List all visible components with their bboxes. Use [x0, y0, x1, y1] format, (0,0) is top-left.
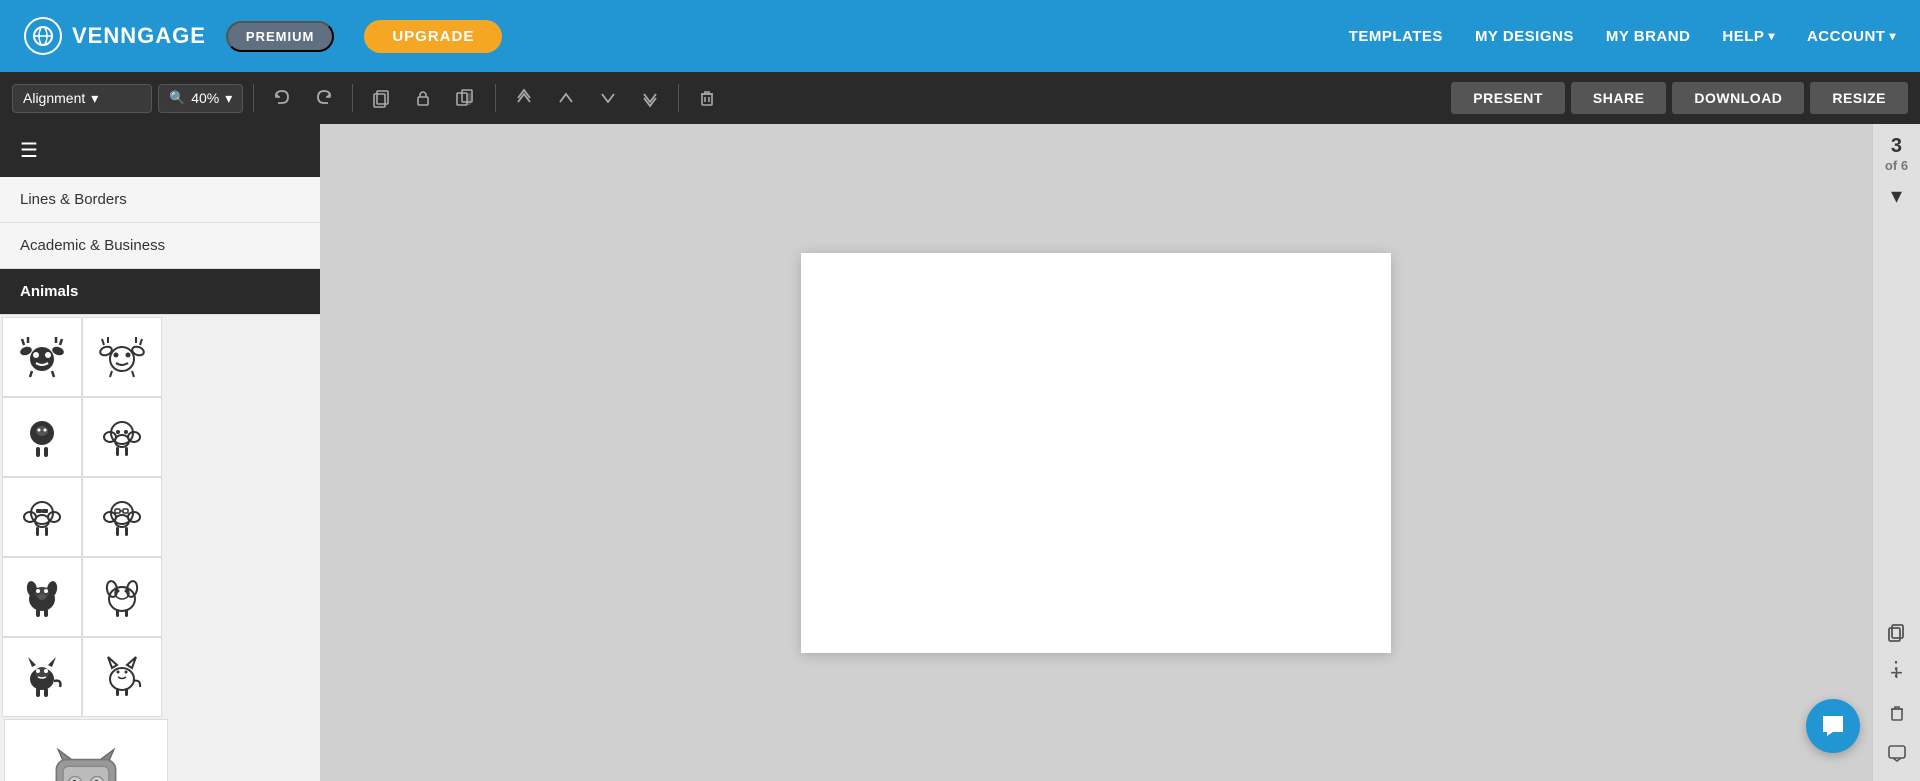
- icon-crab-outline[interactable]: [82, 317, 162, 397]
- icon-robot-cat-large[interactable]: [4, 719, 168, 781]
- upgrade-button[interactable]: UPGRADE: [364, 20, 502, 53]
- share-button[interactable]: SHARE: [1571, 82, 1667, 114]
- delete-element-button[interactable]: [1879, 695, 1915, 731]
- sidebar: ☰ Lines & Borders Academic & Business An…: [0, 124, 320, 781]
- page-down-button[interactable]: ▾: [1879, 178, 1915, 214]
- chat-fab-button[interactable]: [1806, 699, 1860, 753]
- nav-templates[interactable]: TEMPLATES: [1349, 28, 1443, 45]
- more-options-button[interactable]: ⋮: [1886, 656, 1906, 681]
- sidebar-item-academic-business[interactable]: Academic & Business: [0, 223, 320, 269]
- redo-button[interactable]: [306, 84, 342, 112]
- zoom-chevron: ▾: [225, 90, 232, 107]
- icons-panel: [0, 315, 320, 781]
- icons-col-1: [2, 317, 82, 717]
- icon-sheep-filled[interactable]: [2, 397, 82, 477]
- undo-button[interactable]: [264, 84, 300, 112]
- nav-help[interactable]: HELP ▾: [1722, 28, 1775, 45]
- logo-icon: [24, 17, 62, 55]
- alignment-chevron: ▾: [91, 90, 98, 107]
- right-panel: 3 of 6 ▾ +: [1872, 124, 1920, 781]
- top-nav: VENNGAGE PREMIUM UPGRADE TEMPLATES MY DE…: [0, 0, 1920, 72]
- toolbar: Alignment ▾ 🔍 40% ▾ PRESENT SHARE DOWNLO…: [0, 72, 1920, 124]
- icon-cat-filled[interactable]: [2, 637, 82, 717]
- icon-dog-outline[interactable]: [82, 557, 162, 637]
- canvas-page[interactable]: [801, 253, 1391, 653]
- brand-name: VENNGAGE: [72, 23, 206, 49]
- icons-col-2: [82, 317, 162, 717]
- move-down-button[interactable]: [590, 84, 626, 112]
- separator2: [352, 84, 353, 112]
- nav-my-brand[interactable]: MY BRAND: [1606, 28, 1691, 45]
- comment-button[interactable]: [1879, 735, 1915, 771]
- account-chevron: ▾: [1889, 29, 1896, 43]
- page-of-label: of 6: [1885, 158, 1908, 174]
- logo-area: VENNGAGE: [24, 17, 206, 55]
- icon-cat-outline[interactable]: [82, 637, 162, 717]
- help-chevron: ▾: [1768, 29, 1775, 43]
- duplicate-button[interactable]: [447, 84, 485, 112]
- icon-sheep-outline2[interactable]: [2, 477, 82, 557]
- copy-element-button[interactable]: [1879, 615, 1915, 651]
- sidebar-menu-toggle[interactable]: ☰: [0, 124, 320, 177]
- lock-button[interactable]: [405, 84, 441, 112]
- icon-sheep-outline[interactable]: [82, 397, 162, 477]
- sidebar-item-lines-borders[interactable]: Lines & Borders: [0, 177, 320, 223]
- page-indicator: 3 of 6: [1885, 134, 1908, 174]
- resize-button[interactable]: RESIZE: [1810, 82, 1908, 114]
- alignment-select[interactable]: Alignment ▾: [12, 84, 152, 113]
- present-button[interactable]: PRESENT: [1451, 82, 1565, 114]
- canvas-area: [320, 124, 1872, 781]
- move-bottom-button[interactable]: [632, 84, 668, 112]
- nav-my-designs[interactable]: MY DESIGNS: [1475, 28, 1574, 45]
- icons-col-large: [2, 717, 170, 781]
- move-top-button[interactable]: [506, 84, 542, 112]
- hamburger-icon: ☰: [20, 138, 38, 163]
- separator1: [253, 84, 254, 112]
- nav-links: TEMPLATES MY DESIGNS MY BRAND HELP ▾ ACC…: [1349, 28, 1896, 45]
- nav-account[interactable]: ACCOUNT ▾: [1807, 28, 1896, 45]
- icon-sheep-glasses-outline[interactable]: [82, 477, 162, 557]
- icon-dog-filled[interactable]: [2, 557, 82, 637]
- zoom-select[interactable]: 🔍 40% ▾: [158, 84, 243, 113]
- separator3: [495, 84, 496, 112]
- separator4: [678, 84, 679, 112]
- page-current: 3: [1885, 134, 1908, 158]
- delete-button[interactable]: [689, 84, 725, 112]
- zoom-icon: 🔍: [169, 90, 185, 106]
- sidebar-item-animals[interactable]: Animals: [0, 269, 320, 315]
- main-content: ☰ Lines & Borders Academic & Business An…: [0, 124, 1920, 781]
- icon-crab-filled[interactable]: [2, 317, 82, 397]
- copy-page-button[interactable]: [363, 84, 399, 112]
- move-up-button[interactable]: [548, 84, 584, 112]
- download-button[interactable]: DOWNLOAD: [1672, 82, 1804, 114]
- premium-badge[interactable]: PREMIUM: [226, 21, 334, 52]
